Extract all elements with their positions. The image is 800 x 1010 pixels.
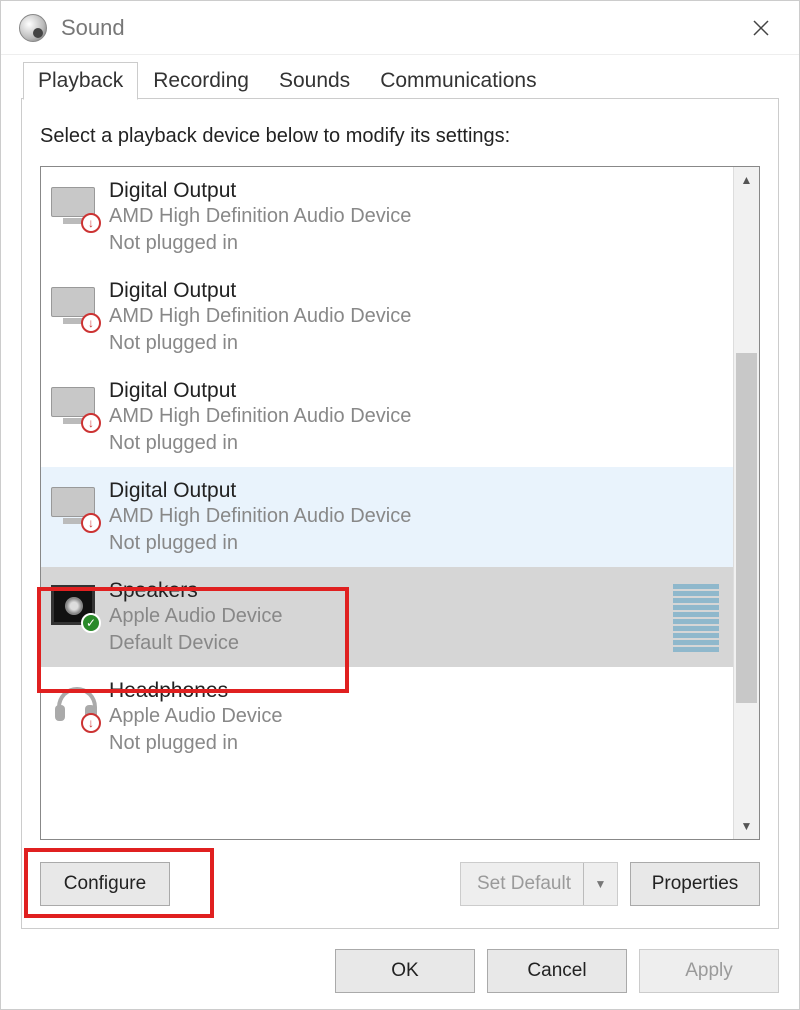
- tab-body-playback: Select a playback device below to modify…: [21, 98, 779, 929]
- device-desc: AMD High Definition Audio Device: [109, 403, 723, 430]
- tab-recording[interactable]: Recording: [138, 62, 264, 100]
- level-meter: [673, 584, 719, 652]
- device-item[interactable]: ↓ Digital OutputAMD High Definition Audio…: [41, 467, 733, 567]
- set-default-button[interactable]: Set Default ▼: [460, 862, 618, 906]
- tab-communications[interactable]: Communications: [365, 62, 551, 100]
- unplugged-badge-icon: ↓: [81, 213, 101, 233]
- device-desc: Apple Audio Device: [109, 603, 673, 630]
- device-buttons-row: Configure Set Default ▼ Properties: [40, 840, 760, 906]
- scroll-down-arrow[interactable]: ▼: [734, 813, 759, 839]
- sound-app-icon: [19, 14, 47, 42]
- default-badge-icon: ✓: [81, 613, 101, 633]
- device-status: Not plugged in: [109, 430, 723, 457]
- device-status: Not plugged in: [109, 330, 723, 357]
- close-button[interactable]: [733, 1, 789, 55]
- cancel-button[interactable]: Cancel: [487, 949, 627, 993]
- unplugged-badge-icon: ↓: [81, 513, 101, 533]
- device-item[interactable]: ✓ SpeakersApple Audio DeviceDefault Devic…: [41, 567, 733, 667]
- device-status: Not plugged in: [109, 730, 723, 757]
- device-desc: Apple Audio Device: [109, 703, 723, 730]
- set-default-label: Set Default: [477, 873, 571, 895]
- ok-button[interactable]: OK: [335, 949, 475, 993]
- device-item[interactable]: ↓ Digital OutputAMD High Definition Audio…: [41, 367, 733, 467]
- window-title: Sound: [61, 15, 733, 41]
- properties-button[interactable]: Properties: [630, 862, 760, 906]
- unplugged-badge-icon: ↓: [81, 413, 101, 433]
- dialog-footer: OK Cancel Apply: [1, 943, 799, 1009]
- unplugged-badge-icon: ↓: [81, 313, 101, 333]
- device-desc: AMD High Definition Audio Device: [109, 303, 723, 330]
- device-list-container: ↓Digital OutputAMD High Definition Audio…: [40, 166, 760, 840]
- instruction-text: Select a playback device below to modify…: [40, 125, 760, 148]
- tab-sounds[interactable]: Sounds: [264, 62, 365, 100]
- device-list[interactable]: ↓Digital OutputAMD High Definition Audio…: [41, 167, 733, 839]
- device-desc: AMD High Definition Audio Device: [109, 503, 723, 530]
- scroll-up-arrow[interactable]: ▲: [734, 167, 759, 193]
- configure-wrap: Configure: [40, 862, 170, 906]
- device-name: Digital Output: [109, 179, 723, 203]
- scroll-track[interactable]: [734, 193, 759, 813]
- device-item[interactable]: ↓ Digital OutputAMD High Definition Audio…: [41, 267, 733, 367]
- configure-button[interactable]: Configure: [40, 862, 170, 906]
- device-name: Speakers: [109, 579, 673, 603]
- sound-dialog: Sound Playback Recording Sounds Communic…: [0, 0, 800, 1010]
- device-status: Not plugged in: [109, 530, 723, 557]
- device-name: Digital Output: [109, 479, 723, 503]
- monitor-icon: ↓: [51, 183, 99, 231]
- device-item[interactable]: ↓ Digital OutputAMD High Definition Audio…: [41, 167, 733, 267]
- device-item[interactable]: ↓ HeadphonesApple Audio DeviceNot plugged…: [41, 667, 733, 767]
- device-desc: AMD High Definition Audio Device: [109, 203, 723, 230]
- tabstrip: Playback Recording Sounds Communications: [1, 55, 799, 99]
- device-status: Default Device: [109, 630, 673, 657]
- unplugged-badge-icon: ↓: [81, 713, 101, 733]
- tab-playback[interactable]: Playback: [23, 62, 138, 100]
- scroll-thumb[interactable]: [736, 353, 757, 703]
- device-status: Not plugged in: [109, 230, 723, 257]
- monitor-icon: ↓: [51, 383, 99, 431]
- apply-button[interactable]: Apply: [639, 949, 779, 993]
- monitor-icon: ↓: [51, 483, 99, 531]
- device-name: Headphones: [109, 679, 723, 703]
- device-name: Digital Output: [109, 379, 723, 403]
- set-default-dropdown-icon[interactable]: ▼: [583, 863, 617, 905]
- speaker-icon: ✓: [51, 583, 99, 631]
- device-name: Digital Output: [109, 279, 723, 303]
- monitor-icon: ↓: [51, 283, 99, 331]
- scrollbar-vertical[interactable]: ▲ ▼: [733, 167, 759, 839]
- headphones-icon: ↓: [51, 683, 99, 731]
- titlebar: Sound: [1, 1, 799, 55]
